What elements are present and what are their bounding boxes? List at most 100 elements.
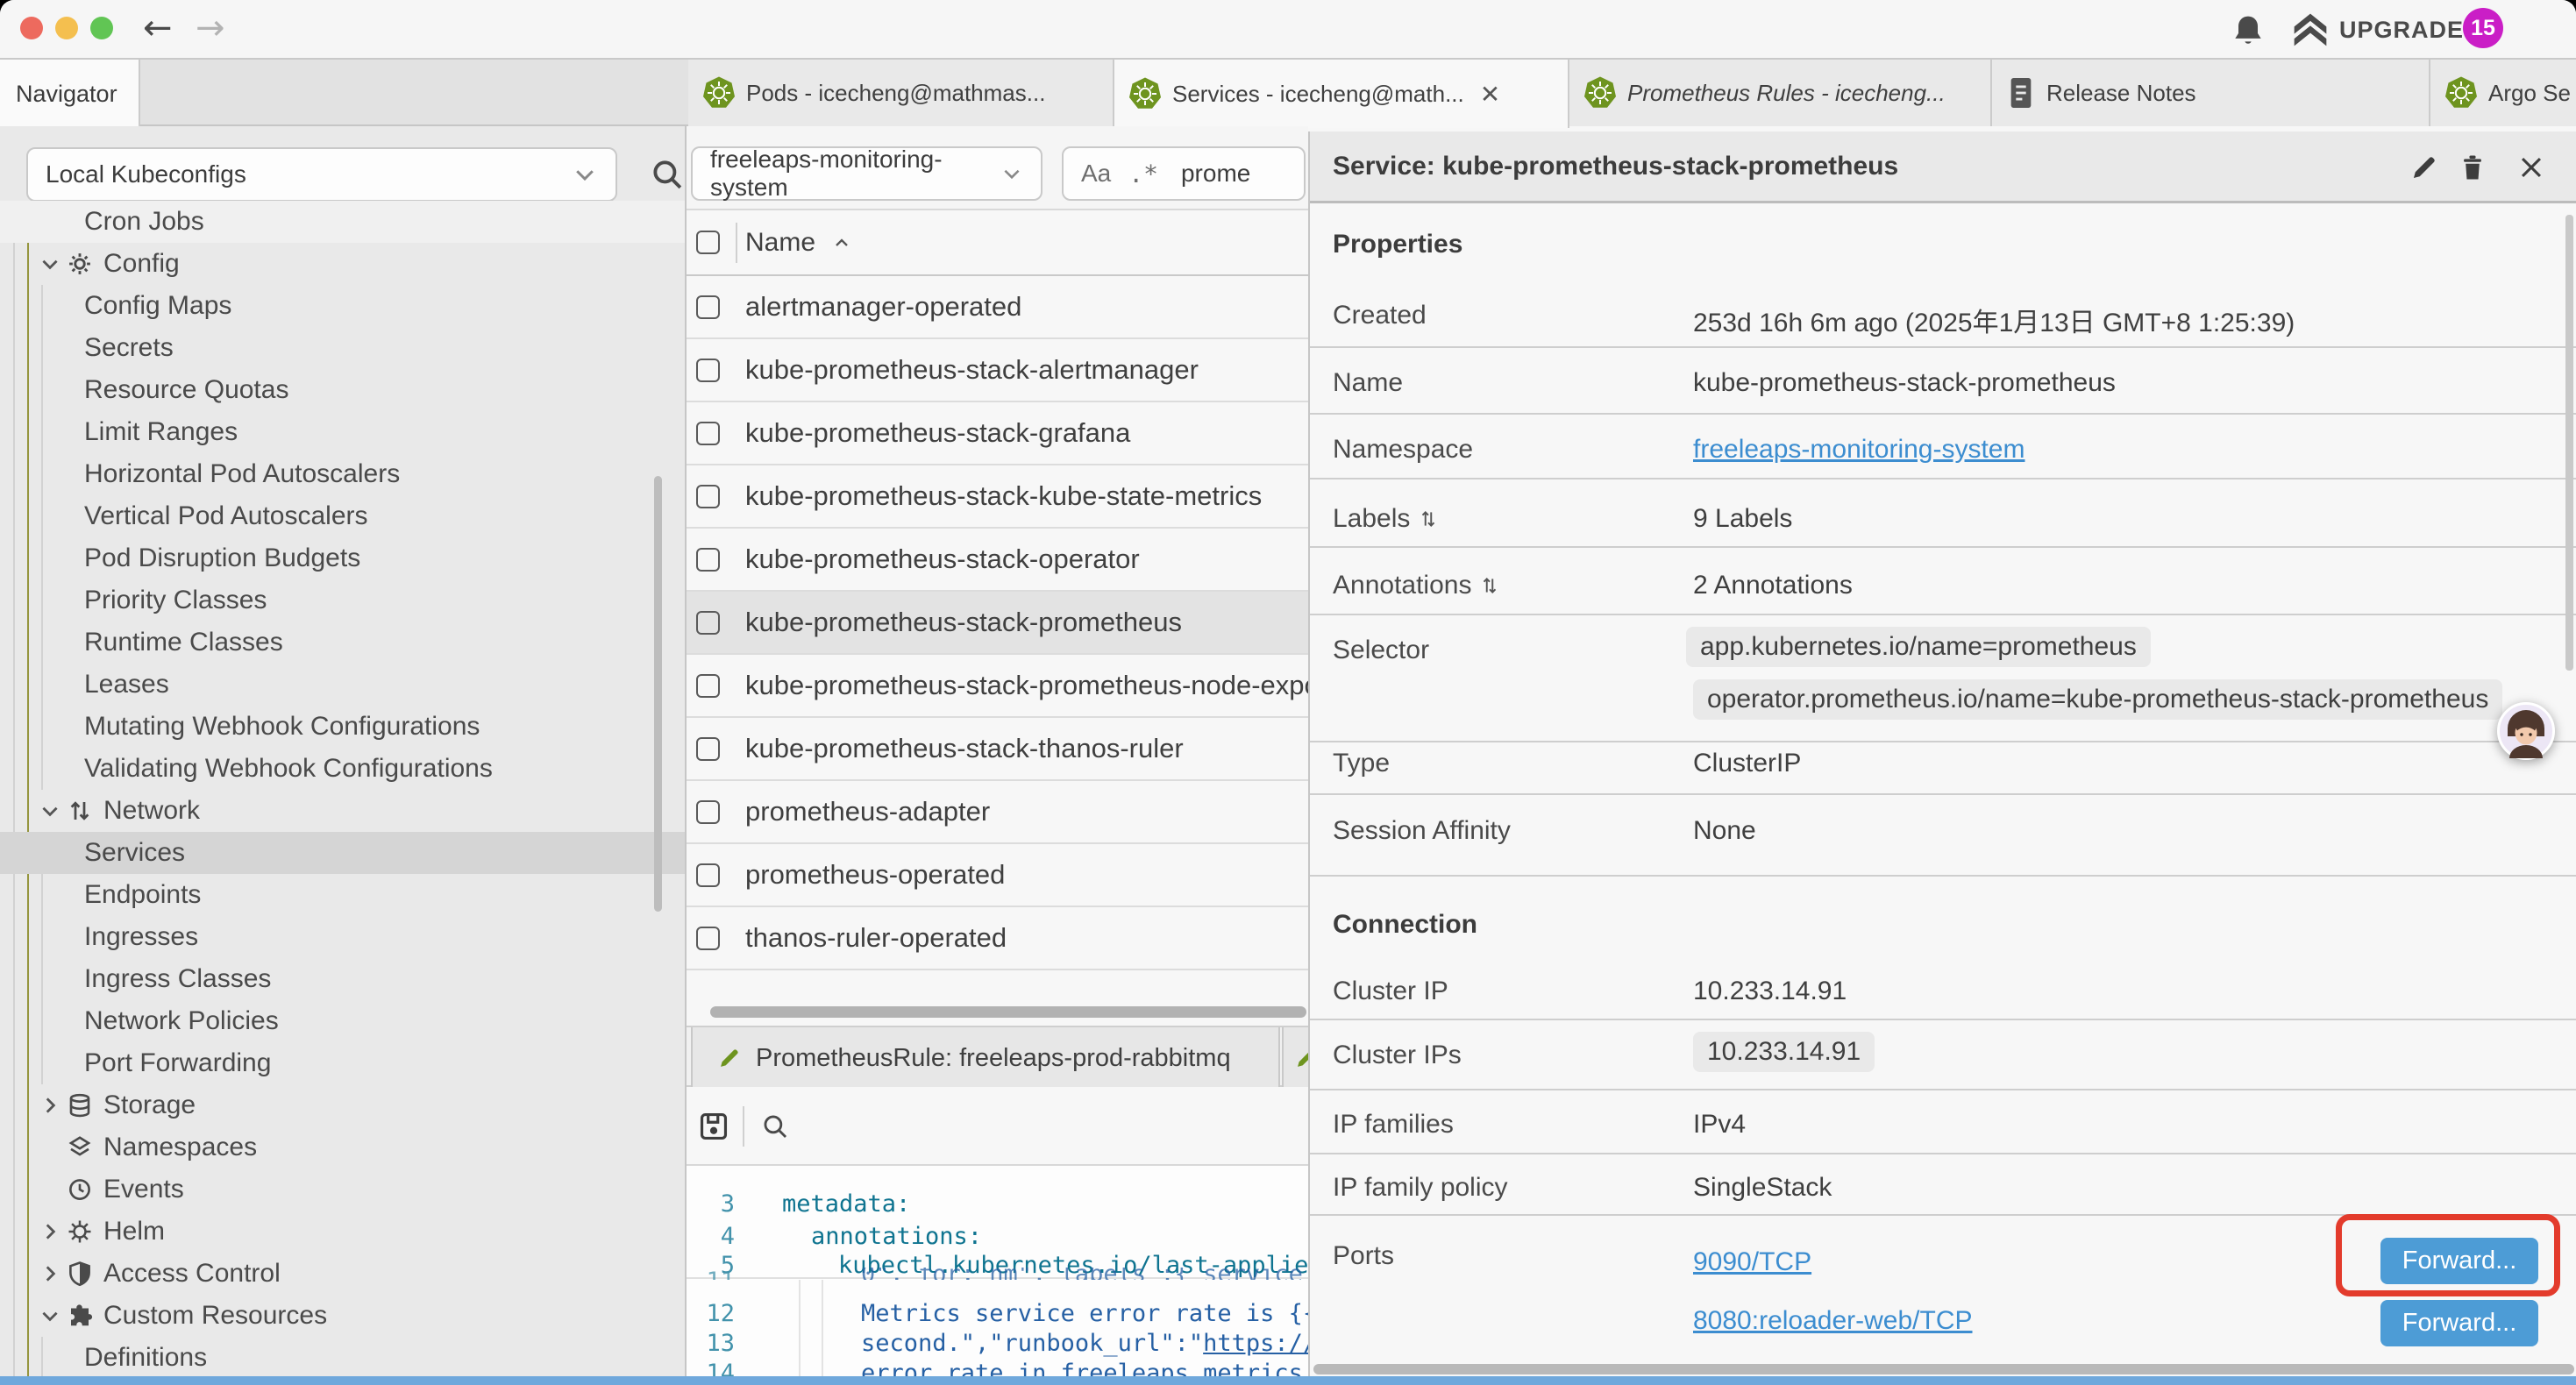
sidebar-item-namespaces[interactable]: Namespaces xyxy=(0,1126,687,1168)
column-name-header[interactable]: Name xyxy=(745,228,815,258)
forward-icon[interactable]: → xyxy=(196,9,225,47)
sidebar-item-port-forwarding[interactable]: Port Forwarding xyxy=(0,1042,687,1084)
row-checkbox[interactable] xyxy=(696,927,720,950)
panel-horizontal-scrollbar[interactable] xyxy=(1313,1364,2574,1374)
tab-services[interactable]: Services - icecheng@math... ✕ xyxy=(1114,60,1569,128)
row-checkbox[interactable] xyxy=(696,422,720,445)
edit-icon[interactable] xyxy=(2409,153,2439,182)
sidebar-item-priority-classes[interactable]: Priority Classes xyxy=(0,579,687,621)
row-checkbox[interactable] xyxy=(696,359,720,382)
sidebar-group-network[interactable]: Network xyxy=(0,790,687,832)
sidebar-item-resource-quotas[interactable]: Resource Quotas xyxy=(0,369,687,411)
tab-navigator[interactable]: Navigator xyxy=(0,60,140,128)
save-icon[interactable] xyxy=(697,1110,730,1143)
sidebar-item-network-policies[interactable]: Network Policies xyxy=(0,1000,687,1042)
tab-prometheus-rules[interactable]: Prometheus Rules - icecheng... xyxy=(1569,60,1992,126)
horizontal-scrollbar[interactable] xyxy=(710,1006,1306,1018)
notification-badge[interactable]: 15 xyxy=(2463,8,2503,48)
regex-toggle[interactable]: .* xyxy=(1128,160,1158,188)
upgrade-button[interactable]: UPGRADE xyxy=(2339,17,2464,44)
row-checkbox[interactable] xyxy=(696,611,720,635)
runbook-url-link[interactable]: https://net xyxy=(1203,1330,1308,1357)
row-checkbox[interactable] xyxy=(696,485,720,508)
table-row[interactable]: prometheus-adapter xyxy=(687,781,1308,844)
editor-search-icon[interactable] xyxy=(760,1112,790,1141)
chevron-right-icon[interactable] xyxy=(39,1094,61,1117)
match-case-toggle[interactable]: Aa xyxy=(1081,160,1111,188)
table-row[interactable]: alertmanager-operated xyxy=(687,276,1308,339)
port-link-9090[interactable]: 9090/TCP xyxy=(1693,1247,1811,1277)
sidebar-item-pod-disruption-budgets[interactable]: Pod Disruption Budgets xyxy=(0,537,687,579)
sidebar-item-leases[interactable]: Leases xyxy=(0,664,687,706)
avatar[interactable] xyxy=(2497,702,2555,760)
sidebar-item-horizontal-pod-autoscalers[interactable]: Horizontal Pod Autoscalers xyxy=(0,453,687,495)
annotations-value[interactable]: 2 Annotations xyxy=(1693,571,1853,600)
sidebar-item-secrets[interactable]: Secrets xyxy=(0,327,687,369)
table-row[interactable]: kube-prometheus-stack-thanos-ruler xyxy=(687,718,1308,781)
namespace-link[interactable]: freeleaps-monitoring-system xyxy=(1693,435,2025,465)
tab-release-notes[interactable]: Release Notes xyxy=(1992,60,2430,126)
sidebar-group-custom-resources[interactable]: Custom Resources xyxy=(0,1295,687,1337)
search-icon[interactable] xyxy=(649,156,686,193)
row-checkbox[interactable] xyxy=(696,737,720,761)
labels-value[interactable]: 9 Labels xyxy=(1693,504,1792,534)
name-search-input[interactable]: Aa .* prome xyxy=(1062,146,1306,201)
sidebar-item-vertical-pod-autoscalers[interactable]: Vertical Pod Autoscalers xyxy=(0,495,687,537)
sidebar-item-config-maps[interactable]: Config Maps xyxy=(0,285,687,327)
table-row[interactable]: thanos-ruler-operated xyxy=(687,907,1308,970)
tab-pods[interactable]: Pods - icecheng@mathmas... xyxy=(688,60,1114,126)
chevron-down-icon[interactable] xyxy=(39,252,61,275)
upgrade-chevrons-icon[interactable] xyxy=(2290,11,2330,49)
table-row[interactable]: prometheus-operated xyxy=(687,844,1308,907)
table-row[interactable]: kube-prometheus-stack-operator xyxy=(687,529,1308,592)
sidebar-scrollbar[interactable] xyxy=(654,476,662,912)
expand-updown-icon[interactable] xyxy=(1419,508,1438,530)
tab-argo[interactable]: Argo Se xyxy=(2430,60,2576,126)
expand-updown-icon[interactable] xyxy=(1480,574,1499,597)
namespace-filter-dropdown[interactable]: freeleaps-monitoring-system xyxy=(691,146,1042,201)
port-link-8080[interactable]: 8080:reloader-web/TCP xyxy=(1693,1306,1973,1336)
sort-ascending-icon[interactable] xyxy=(831,232,852,253)
sidebar-item-events[interactable]: Events xyxy=(0,1168,687,1211)
sidebar-item-ingresses[interactable]: Ingresses xyxy=(0,916,687,958)
sidebar-item-endpoints[interactable]: Endpoints xyxy=(0,874,687,916)
row-checkbox[interactable] xyxy=(696,863,720,887)
table-row-selected[interactable]: kube-prometheus-stack-prometheus xyxy=(687,592,1308,655)
forward-button-8080[interactable]: Forward... xyxy=(2380,1300,2538,1346)
sidebar-group-helm[interactable]: Helm xyxy=(0,1211,687,1253)
close-tab-icon[interactable]: ✕ xyxy=(1480,80,1500,109)
panel-scrollbar[interactable] xyxy=(2565,215,2573,671)
bell-icon[interactable] xyxy=(2229,12,2267,51)
sidebar-group-storage[interactable]: Storage xyxy=(0,1084,687,1126)
sidebar-item-cron-jobs[interactable]: Cron Jobs xyxy=(0,201,687,243)
yaml-editor[interactable]: 3metadata: 4annotations: 5kubectl.kubern… xyxy=(687,1166,1308,1385)
select-all-checkbox[interactable] xyxy=(696,231,720,254)
close-panel-icon[interactable] xyxy=(2516,153,2546,182)
sidebar-item-services[interactable]: Services xyxy=(0,832,687,874)
table-row[interactable]: kube-prometheus-stack-grafana xyxy=(687,402,1308,465)
sidebar-item-mutating-webhook-configurations[interactable]: Mutating Webhook Configurations xyxy=(0,706,687,748)
editor-tab-next[interactable] xyxy=(1282,1027,1308,1089)
zoom-window-button[interactable] xyxy=(90,17,113,39)
chevron-down-icon[interactable] xyxy=(39,1304,61,1327)
chevron-right-icon[interactable] xyxy=(39,1262,61,1285)
editor-tab-prometheusrule[interactable]: PrometheusRule: freeleaps-prod-rabbitmq xyxy=(691,1027,1280,1089)
minimize-window-button[interactable] xyxy=(55,17,78,39)
row-checkbox[interactable] xyxy=(696,548,720,572)
kubeconfig-selector[interactable]: Local Kubeconfigs xyxy=(26,147,617,202)
back-icon[interactable]: ← xyxy=(143,9,173,47)
row-checkbox[interactable] xyxy=(696,295,720,319)
chevron-down-icon[interactable] xyxy=(39,799,61,822)
sidebar-item-definitions[interactable]: Definitions xyxy=(0,1337,687,1379)
close-window-button[interactable] xyxy=(20,17,43,39)
sidebar-item-validating-webhook-configurations[interactable]: Validating Webhook Configurations xyxy=(0,748,687,790)
delete-icon[interactable] xyxy=(2458,153,2487,182)
sidebar-group-config[interactable]: Config xyxy=(0,243,687,285)
table-row[interactable]: kube-prometheus-stack-alertmanager xyxy=(687,339,1308,402)
sidebar-item-limit-ranges[interactable]: Limit Ranges xyxy=(0,411,687,453)
row-checkbox[interactable] xyxy=(696,800,720,824)
sidebar-group-access-control[interactable]: Access Control xyxy=(0,1253,687,1295)
table-row[interactable]: kube-prometheus-stack-kube-state-metrics xyxy=(687,465,1308,529)
row-checkbox[interactable] xyxy=(696,674,720,698)
sidebar-item-runtime-classes[interactable]: Runtime Classes xyxy=(0,621,687,664)
